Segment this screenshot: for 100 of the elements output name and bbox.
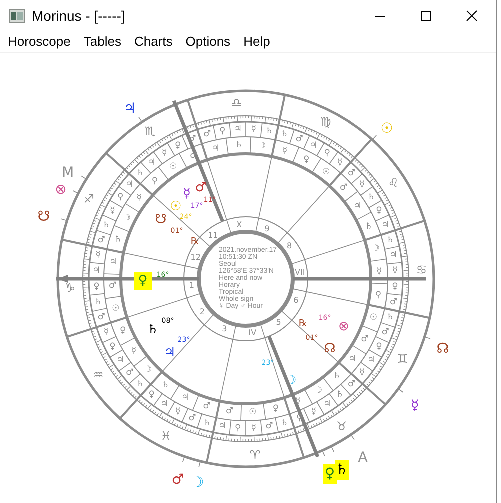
term-ruler-glyph: ♃ [148,158,156,168]
zodiac-sign-glyph: ♏ [144,124,156,138]
chart-point-glyph: ⊗ [55,182,67,198]
term-ruler-glyph: ♄ [386,235,394,246]
term-ruler-glyph: ♃ [310,140,318,151]
planet-glyph: ☽ [285,374,297,388]
chart-point-glyph: ☋ [38,209,50,225]
term-ruler-glyph: ♄ [94,297,102,308]
house-number: 9 [264,224,270,234]
planet-glyph: ☉ [170,200,182,214]
face-ruler-glyph: ♃ [182,392,190,403]
zodiac-sign-glyph: ♊ [397,352,408,366]
zodiac-sign-glyph: ♈ [250,448,261,462]
planet-glyph: ♄ [147,322,159,338]
term-ruler-glyph: ♃ [382,220,390,230]
term-ruler-glyph: ☿ [392,266,398,276]
term-ruler-glyph: ☿ [251,423,256,434]
face-ruler-glyph: ♂ [226,406,234,416]
term-ruler-glyph: ♄ [102,220,110,230]
planet-glyph: ♀ [138,274,148,288]
face-ruler-glyph: ☉ [370,313,378,324]
face-ruler-glyph: ♀ [152,176,158,186]
term-ruler-glyph: ♄ [280,130,288,140]
planet-glyph: ☿ [183,186,191,202]
face-ruler-glyph: ☽ [372,244,380,254]
face-ruler-glyph: ♃ [110,258,118,268]
close-icon[interactable] [466,10,478,22]
face-ruler-glyph: ☉ [169,162,178,172]
term-ruler-glyph: ☿ [104,328,110,338]
term-ruler-glyph: ☿ [176,407,181,418]
term-ruler-glyph: ♃ [234,124,242,135]
house-number: 5 [276,318,282,328]
term-ruler-glyph: ♀ [220,126,226,136]
term-ruler-glyph: ☿ [251,124,256,135]
term-ruler-glyph: ♄ [386,312,394,323]
term-ruler-glyph: ♀ [118,192,124,203]
chart-point-glyph: ☿ [410,398,420,414]
term-ruler-glyph: ♄ [136,168,144,178]
house-number: IV [248,328,257,338]
zodiac-sign-glyph: ♑ [64,281,76,296]
term-ruler-glyph: ☿ [110,206,116,216]
term-ruler-glyph: ♄ [204,418,212,428]
planet-glyph: ⊗ [338,320,350,334]
chart-point-glyph: ♂ [172,472,184,488]
face-ruler-glyph: ♀ [272,404,280,414]
chart-point-glyph: ☉ [380,121,394,137]
face-ruler-glyph: ♃ [354,201,362,212]
term-ruler-glyph: ♂ [390,297,398,308]
zodiac-sign-glyph: ♐ [84,192,95,206]
chart-point-glyph: ♄ [336,462,348,478]
zodiac-sign-glyph: ♎ [231,96,242,110]
menu-item[interactable]: Options [186,34,231,49]
term-ruler-glyph: ♀ [94,282,100,292]
term-ruler-glyph: ♂ [348,168,356,178]
term-ruler-glyph: ♂ [188,414,196,424]
term-ruler-glyph: ☿ [311,407,316,418]
house-number: VII [295,268,306,277]
face-ruler-glyph: ☽ [144,365,152,376]
face-ruler-glyph: ☽ [123,213,131,224]
menu-item[interactable]: Help [244,34,270,49]
zodiac-sign-glyph: ♌ [388,176,399,190]
app-icon [9,8,25,22]
face-ruler-glyph: ♂ [203,402,211,412]
house-number: X [236,220,242,230]
house-number: 6 [294,296,299,305]
house-number: 8 [286,242,292,251]
zodiac-sign-glyph: ♒ [93,368,104,382]
term-ruler-glyph: ♃ [116,355,124,366]
house-number: 1 [189,281,194,290]
retrograde-mark: ℞ [190,237,200,247]
term-ruler-glyph: ♄ [336,390,344,400]
face-ruler-glyph: ☉ [112,304,120,314]
zodiac-sign-glyph: ♍ [320,115,332,130]
planet-glyph: ♂ [195,180,207,196]
term-ruler-glyph: ♀ [235,423,242,434]
term-ruler-glyph: ♂ [266,422,274,432]
planet-glyph: ♃ [164,346,176,360]
term-ruler-glyph: ♂ [98,312,106,323]
term-ruler-glyph: ♂ [348,380,356,390]
chart-point-glyph: A [358,450,368,466]
planet-glyph: ☋ [155,212,167,228]
face-ruler-glyph: ♄ [365,222,373,232]
menu-item[interactable]: Tables [84,34,122,49]
maximize-icon[interactable] [420,10,432,22]
chart-point-glyph: ♃ [124,101,136,117]
menu-item[interactable]: Horoscope [8,34,71,49]
term-ruler-glyph: ♂ [126,368,134,378]
face-ruler-glyph: ♄ [114,234,122,245]
chart-point-glyph: M [62,165,74,181]
chart-point-glyph: ☽ [192,475,204,491]
face-ruler-glyph: ☉ [322,167,330,178]
zodiac-sign-glyph: ♋ [416,262,428,277]
term-ruler-glyph: ♀ [148,390,156,400]
term-ruler-glyph: ♃ [160,399,168,410]
face-ruler-glyph: ☿ [376,267,382,278]
menu-item[interactable]: Charts [134,34,173,49]
face-ruler-glyph: ♀ [375,290,382,300]
zodiac-sign-glyph: ♓ [160,428,172,443]
face-ruler-glyph: ♂ [361,334,369,345]
term-ruler-glyph: ♀ [376,342,382,352]
